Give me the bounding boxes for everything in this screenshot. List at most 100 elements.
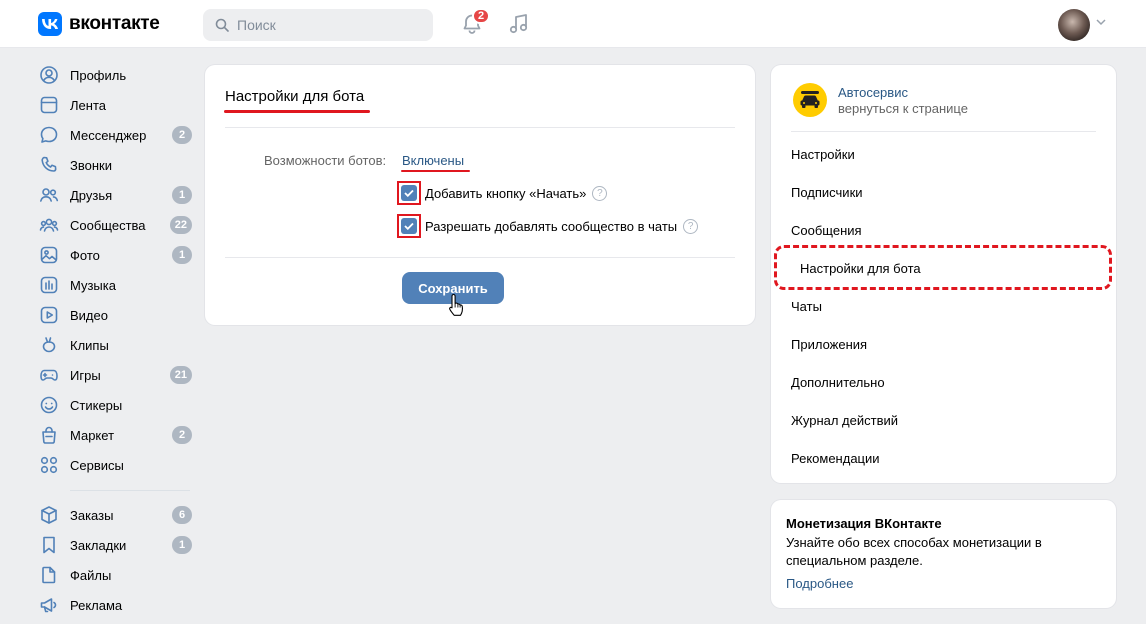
sidebar-item-counter: 1: [172, 186, 192, 204]
sidebar-item[interactable]: Друзья 1: [38, 180, 198, 210]
sidebar-item-label: Музыка: [70, 277, 116, 293]
news-icon: [38, 94, 60, 116]
sidebar-item[interactable]: Маркет 2: [38, 420, 198, 450]
music-icon: [38, 274, 60, 296]
checkbox-row-chats[interactable]: Разрешать добавлять сообщество в чаты ?: [397, 214, 699, 238]
value-highlight-underline: [401, 170, 470, 172]
sidebar-item[interactable]: Мессенджер 2: [38, 120, 198, 150]
card-divider: [225, 127, 735, 128]
allow-chats-label: Разрешать добавлять сообщество в чаты: [425, 218, 678, 234]
sidebar-item[interactable]: Сервисы: [38, 450, 198, 480]
community-name-link[interactable]: Автосервис: [838, 85, 908, 100]
search-icon: [215, 18, 229, 32]
orders-icon: [38, 504, 60, 526]
sidebar-item[interactable]: Закладки 1: [38, 530, 198, 560]
profile-icon: [38, 64, 60, 86]
checkbox-highlight-frame: [397, 214, 421, 238]
sidebar-item-label: Сообщества: [70, 217, 146, 233]
sidebar-item-label: Профиль: [70, 67, 127, 83]
monetization-card: Монетизация ВКонтакте Узнайте обо всех с…: [771, 500, 1116, 608]
search-box[interactable]: [203, 9, 433, 41]
sidebar-item-label: Реклама: [70, 597, 123, 613]
menu-item-active-highlight[interactable]: Настройки для бота: [774, 245, 1112, 290]
bookmarks-icon: [38, 534, 60, 556]
sidebar-item[interactable]: Звонки: [38, 150, 198, 180]
monetization-more-link[interactable]: Подробнее: [786, 576, 853, 591]
start-button-label: Добавить кнопку «Начать»: [425, 185, 587, 201]
title-highlight-underline: [224, 110, 370, 113]
sidebar-item[interactable]: Реклама: [38, 590, 198, 620]
back-to-page-link[interactable]: вернуться к странице: [838, 101, 968, 116]
sidebar-item-counter: 1: [172, 536, 192, 554]
files-icon: [38, 564, 60, 586]
checkmark-icon: [404, 189, 414, 197]
sidebar-item[interactable]: Видео: [38, 300, 198, 330]
sidebar-item[interactable]: Музыка: [38, 270, 198, 300]
allow-chats-checkbox[interactable]: [401, 218, 417, 234]
checkbox-highlight-frame: [397, 181, 421, 205]
menu-item[interactable]: Журнал действий: [791, 413, 898, 428]
market-icon: [38, 424, 60, 446]
menu-item[interactable]: Приложения: [791, 337, 867, 352]
photo-icon: [38, 244, 60, 266]
sidebar-item-counter: 21: [169, 366, 192, 384]
music-player-button[interactable]: [507, 12, 531, 36]
bots-capabilities-dropdown[interactable]: Включены: [402, 153, 464, 168]
menu-divider: [791, 131, 1096, 132]
sidebar-item[interactable]: Стикеры: [38, 390, 198, 420]
sidebar-item-counter: 2: [172, 426, 192, 444]
help-icon[interactable]: ?: [592, 185, 608, 201]
menu-item[interactable]: Рекомендации: [791, 451, 880, 466]
menu-item[interactable]: Дополнительно: [791, 375, 885, 390]
menu-item[interactable]: Настройки: [791, 147, 855, 162]
community-menu-card: Автосервис вернуться к странице Настройк…: [771, 65, 1116, 483]
vk-logo[interactable]: вконтакте: [38, 12, 160, 36]
checkmark-icon: [404, 222, 414, 230]
sidebar-item-label: Звонки: [70, 157, 112, 173]
bot-settings-card: Настройки для бота Возможности ботов: Вк…: [205, 65, 755, 325]
phone-icon: [38, 154, 60, 176]
sidebar-item[interactable]: Профиль: [38, 60, 198, 90]
sidebar-item[interactable]: Лента: [38, 90, 198, 120]
notifications-button[interactable]: 2: [460, 8, 490, 36]
sidebar-item[interactable]: Файлы: [38, 560, 198, 590]
bots-capabilities-label: Возможности ботов:: [264, 153, 387, 168]
sidebar-item-counter: 6: [172, 506, 192, 524]
sidebar-item-label: Заказы: [70, 507, 114, 523]
menu-item[interactable]: Сообщения: [791, 223, 862, 238]
vk-logo-icon: [38, 12, 62, 36]
sidebar-item[interactable]: Сообщества 22: [38, 210, 198, 240]
sidebar-item-label: Маркет: [70, 427, 115, 443]
notifications-badge: 2: [472, 8, 490, 24]
chevron-down-icon[interactable]: [1096, 18, 1106, 26]
top-header: вконтакте 2: [0, 0, 1146, 48]
sidebar-item[interactable]: Заказы 6: [38, 500, 198, 530]
sidebar-item-counter: 22: [169, 216, 192, 234]
checkbox-row-start[interactable]: Добавить кнопку «Начать» ?: [397, 181, 608, 205]
sidebar-item-label: Фото: [70, 247, 100, 263]
search-input[interactable]: [237, 17, 417, 33]
menu-item[interactable]: Подписчики: [791, 185, 863, 200]
sidebar-item-label: Мессенджер: [70, 127, 147, 143]
sidebar-item[interactable]: Игры 21: [38, 360, 198, 390]
services-icon: [38, 454, 60, 476]
sidebar-item-counter: 2: [172, 126, 192, 144]
sidebar-item[interactable]: Фото 1: [38, 240, 198, 270]
hand-pointer-cursor-icon: [449, 293, 464, 316]
menu-item[interactable]: Чаты: [791, 299, 822, 314]
help-icon[interactable]: ?: [683, 218, 699, 234]
monetization-text: Узнайте обо всех способах монетизации в …: [786, 535, 1042, 568]
sidebar-item-label: Друзья: [70, 187, 113, 203]
community-logo[interactable]: [793, 83, 827, 117]
sidebar-item-label: Видео: [70, 307, 108, 323]
user-avatar[interactable]: [1058, 9, 1090, 41]
vk-logo-text: вконтакте: [69, 13, 160, 34]
music-note-icon: [509, 14, 528, 34]
left-sidebar: Профиль Лента Мессенджер 2 Звонки Друзья 1 Сооб…: [38, 60, 198, 620]
start-button-checkbox[interactable]: [401, 185, 417, 201]
sidebar-item-label: Файлы: [70, 567, 112, 583]
sidebar-item[interactable]: Клипы: [38, 330, 198, 360]
car-service-icon: [800, 91, 820, 108]
monetization-title: Монетизация ВКонтакте: [786, 516, 942, 531]
sidebar-item-label: Закладки: [70, 537, 127, 553]
